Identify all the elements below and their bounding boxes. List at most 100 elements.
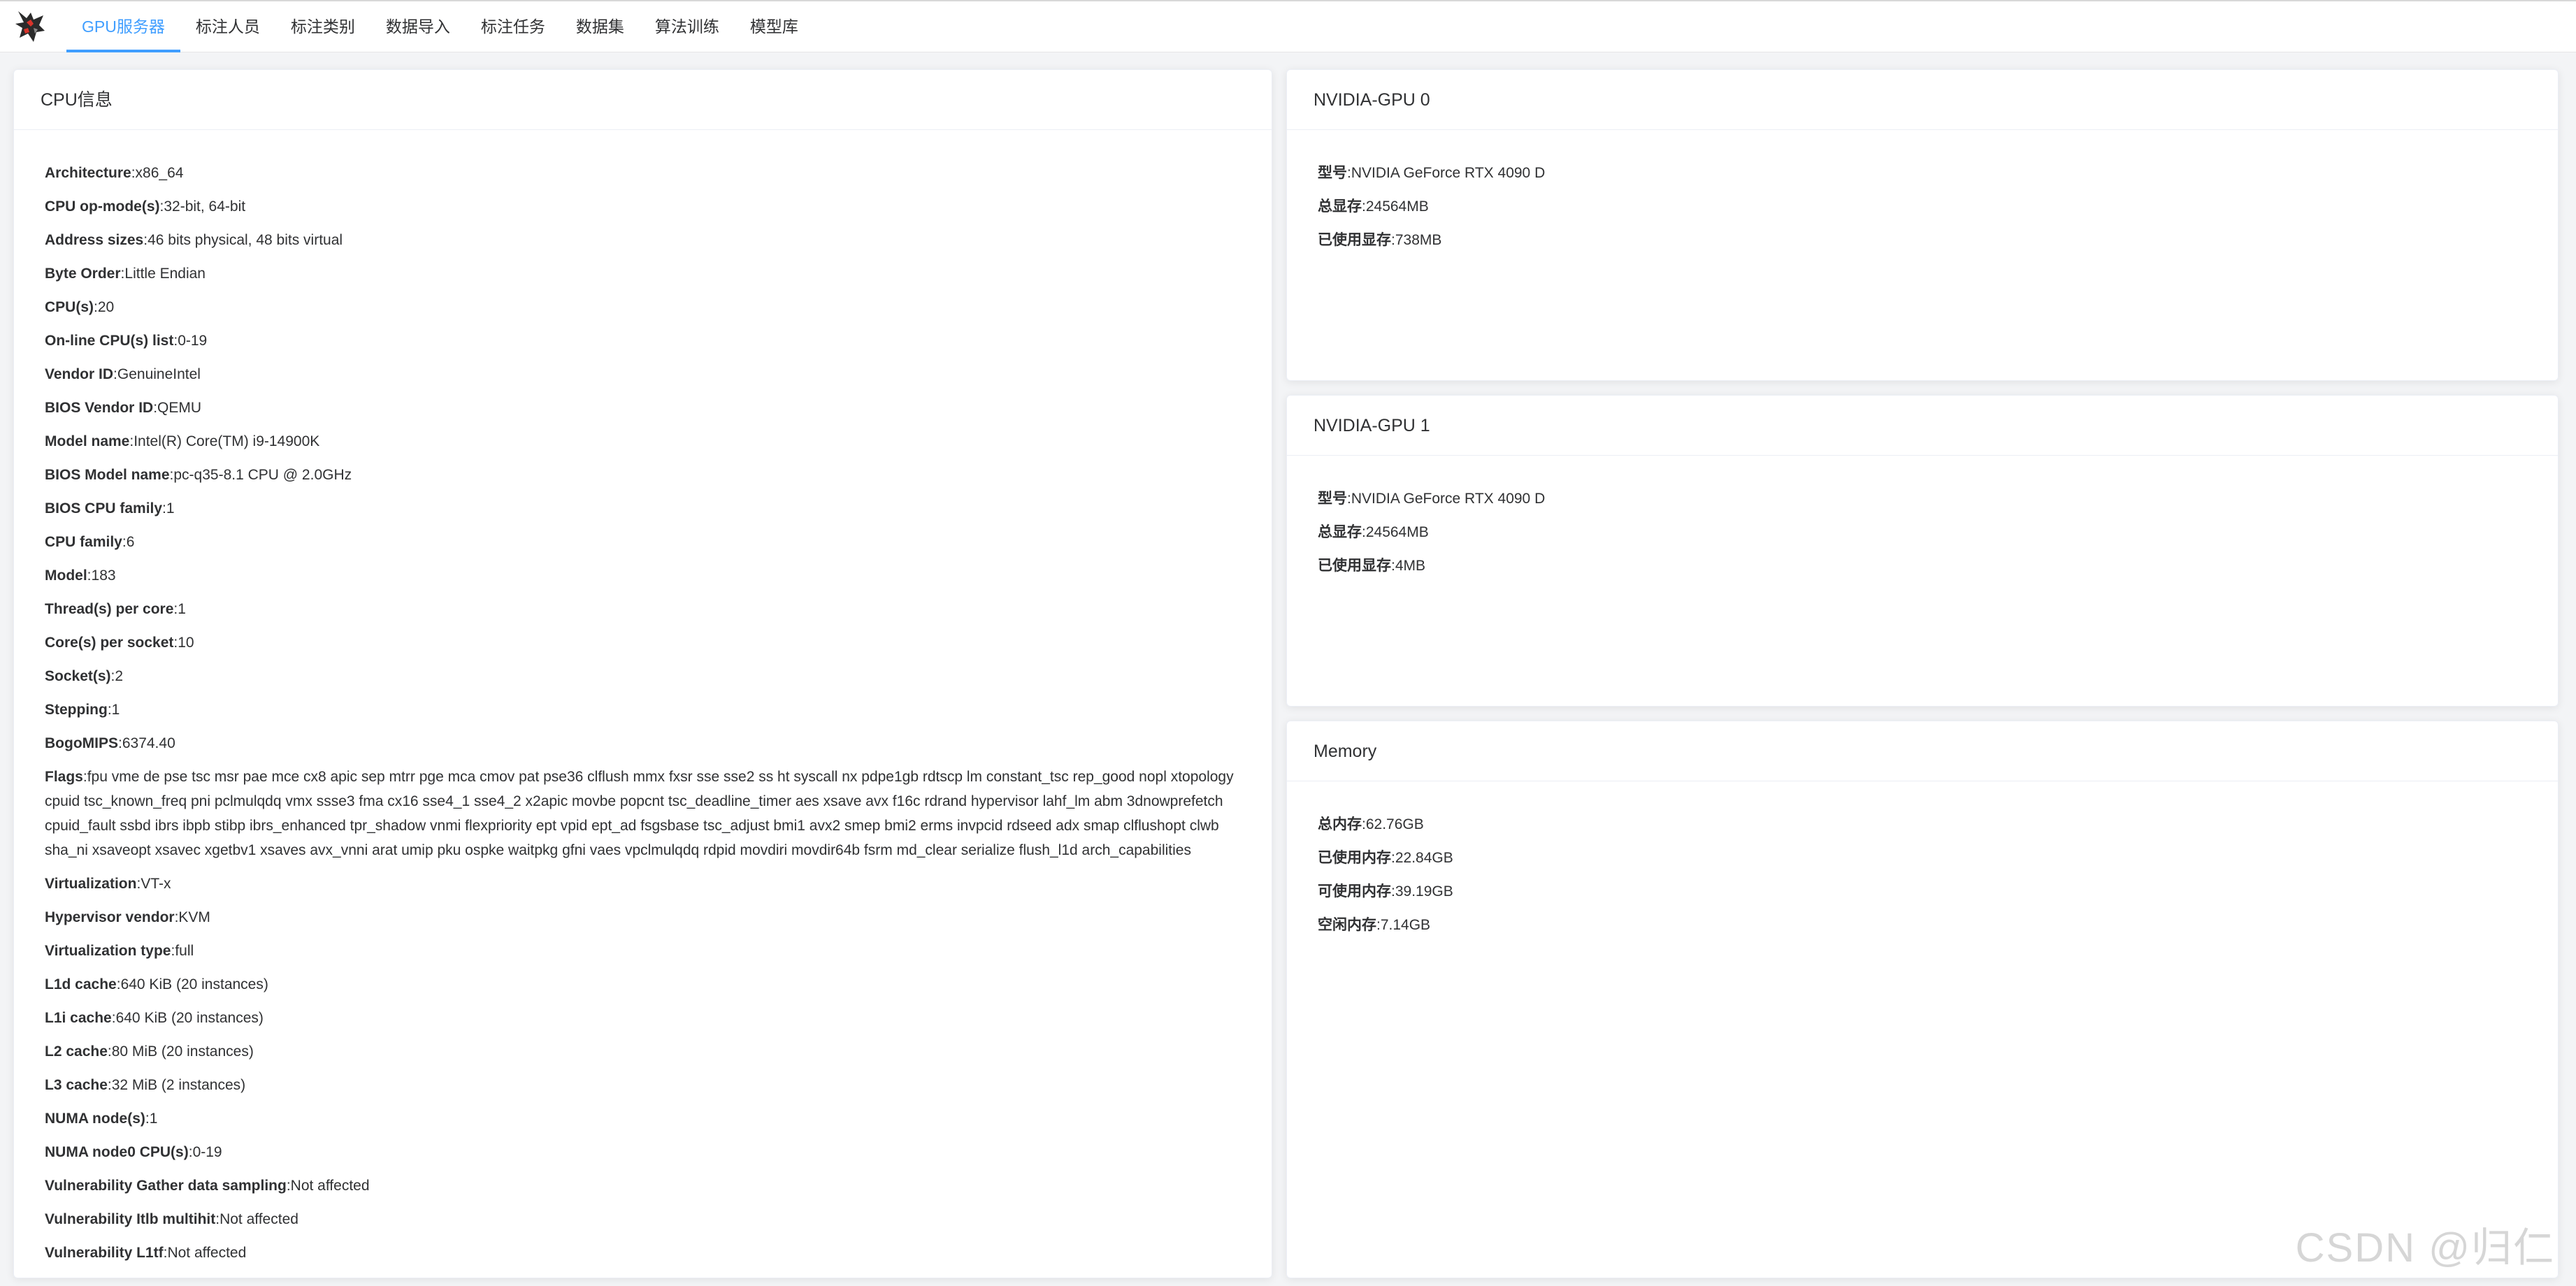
cpu-row: Flags:fpu vme de pse tsc msr pae mce cx8… [45,765,1251,862]
cpu-row-value: 1 [149,1111,158,1127]
gpu0-row-value: NVIDIA GeForce RTX 4090 D [1351,165,1546,181]
cpu-row-key: Core(s) per socket [45,635,174,651]
gpu1-row-key: 型号 [1318,491,1347,507]
cpu-row-value: Little Endian [124,266,206,282]
cpu-info-card: CPU信息 Architecture:x86_64 CPU op-mode(s):… [13,69,1272,1278]
cpu-row: Virtualization:VT-x [45,872,1251,896]
gpu1-body: 型号:NVIDIA GeForce RTX 4090 D 总显存:24564MB 已… [1287,456,2558,578]
cpu-row-key: L1d cache [45,976,117,992]
cpu-row-value: 46 bits physical, 48 bits virtual [147,232,343,248]
gpu0-row-value: 24564MB [1365,198,1429,215]
cpu-row: Architecture:x86_64 [45,161,1251,185]
cpu-row-value: Not affected [290,1178,370,1194]
nav-item-2[interactable]: 标注类别 [275,1,370,52]
cpu-row-key: Byte Order [45,266,121,282]
nav-item-6[interactable]: 算法训练 [640,1,735,52]
cpu-row-value: full [175,943,194,959]
nav-item-0[interactable]: GPU服务器 [66,1,180,52]
gpu0-card: NVIDIA-GPU 0 型号:NVIDIA GeForce RTX 4090 … [1286,69,2559,381]
cpu-row-value: 183 [91,568,116,584]
gpu1-row: 已使用显存:4MB [1318,554,2527,578]
cpu-row: BIOS Model name:pc-q35-8.1 CPU @ 2.0GHz [45,463,1251,487]
nav-item-5[interactable]: 数据集 [561,1,640,52]
cpu-row-key: BIOS CPU family [45,500,163,516]
cpu-row-value: 10 [178,635,194,651]
cpu-row: Vulnerability Itlb multihit:Not affected [45,1207,1251,1231]
cpu-row: Virtualization type:full [45,939,1251,963]
cpu-row-key: Virtualization [45,876,137,892]
cpu-row: Byte Order:Little Endian [45,261,1251,286]
cpu-row-value: 80 MiB (20 instances) [111,1043,254,1060]
cpu-row: Thread(s) per core:1 [45,597,1251,621]
memory-row-value: 7.14GB [1380,917,1431,933]
cpu-row-key: Stepping [45,702,108,718]
cpu-row-value: VT-x [141,876,171,892]
gpu0-row-value: 738MB [1395,232,1442,248]
cpu-row-value: 640 KiB (20 instances) [120,976,268,992]
nav-item-4[interactable]: 标注任务 [466,1,561,52]
cpu-row: CPU(s):20 [45,295,1251,319]
cpu-row-value: 640 KiB (20 instances) [115,1010,264,1026]
memory-row-value: 62.76GB [1365,816,1424,832]
cpu-row-value: 2 [115,668,124,684]
cpu-row: Vulnerability L1tf:Not affected [45,1241,1251,1265]
gpu1-card: NVIDIA-GPU 1 型号:NVIDIA GeForce RTX 4090 … [1286,395,2559,707]
gpu0-row: 已使用显存:738MB [1318,228,2527,252]
cpu-row-key: BIOS Vendor ID [45,400,154,416]
cpu-row: BogoMIPS:6374.40 [45,731,1251,756]
gpu1-row: 总显存:24564MB [1318,520,2527,544]
cpu-row-key: Architecture [45,165,131,181]
cpu-row-value: 32-bit, 64-bit [164,198,246,215]
gpu0-title: NVIDIA-GPU 0 [1287,70,2558,130]
cpu-row-value: Not affected [220,1211,298,1227]
cpu-row: Model:183 [45,563,1251,588]
cpu-row-value: Not affected [167,1245,247,1261]
cpu-row-key: L1i cache [45,1010,112,1026]
cpu-row-key: Vulnerability Gather data sampling [45,1178,287,1194]
cpu-row: BIOS Vendor ID:QEMU [45,396,1251,420]
cpu-row-value: 1 [111,702,120,718]
cpu-row-key: Vulnerability L1tf [45,1245,164,1261]
cpu-row-key: Flags [45,769,83,785]
cpu-row: L3 cache:32 MiB (2 instances) [45,1073,1251,1097]
memory-row: 空闲内存:7.14GB [1318,913,2527,937]
cpu-row-key: NUMA node(s) [45,1111,145,1127]
main-nav: GPU服务器 标注人员 标注类别 数据导入 标注任务 数据集 算法训练 模型库 [66,1,814,52]
memory-row-key: 总内存 [1318,816,1362,832]
gpu1-title: NVIDIA-GPU 1 [1287,396,2558,456]
memory-row-value: 39.19GB [1395,883,1453,900]
cpu-row-key: Vulnerability Itlb multihit [45,1211,216,1227]
memory-body: 总内存:62.76GB 已使用内存:22.84GB 可使用内存:39.19GB 空闲内… [1287,781,2558,937]
cpu-row: L1d cache:640 KiB (20 instances) [45,972,1251,997]
memory-row-value: 22.84GB [1395,850,1453,866]
cpu-row-key: Model name [45,433,130,449]
cpu-row-value: fpu vme de pse tsc msr pae mce cx8 apic … [45,769,1234,858]
cpu-row: CPU family:6 [45,530,1251,554]
memory-row: 可使用内存:39.19GB [1318,879,2527,904]
cpu-row: NUMA node(s):1 [45,1106,1251,1131]
cpu-row-key: Vendor ID [45,366,114,382]
memory-row-key: 空闲内存 [1318,917,1376,933]
memory-row-key: 可使用内存 [1318,883,1391,900]
gpu0-row: 总显存:24564MB [1318,194,2527,219]
cpu-row: Vendor ID:GenuineIntel [45,362,1251,386]
cpu-row: Vulnerability Gather data sampling:Not a… [45,1173,1251,1198]
cpu-row-key: BIOS Model name [45,467,170,483]
cpu-row-value: 6 [126,534,135,550]
watermark: CSDN @归仁 [2295,1225,2555,1271]
nav-item-1[interactable]: 标注人员 [180,1,275,52]
cpu-row: L1i cache:640 KiB (20 instances) [45,1006,1251,1030]
cpu-row-value: 0-19 [192,1144,222,1160]
cpu-row: BIOS CPU family:1 [45,496,1251,521]
cpu-row-key: BogoMIPS [45,735,118,751]
cpu-row-key: Hypervisor vendor [45,909,175,925]
cpu-row: Model name:Intel(R) Core(TM) i9-14900K [45,429,1251,454]
cpu-row-value: pc-q35-8.1 CPU @ 2.0GHz [173,467,352,483]
cpu-row-value: 20 [97,299,115,315]
nav-item-3[interactable]: 数据导入 [370,1,466,52]
gpu1-row-value: 4MB [1395,558,1426,574]
cpu-row-key: Virtualization type [45,943,171,959]
cpu-row-value: GenuineIntel [117,366,201,382]
nav-item-7[interactable]: 模型库 [735,1,814,52]
wolf-logo-icon[interactable] [13,8,49,45]
